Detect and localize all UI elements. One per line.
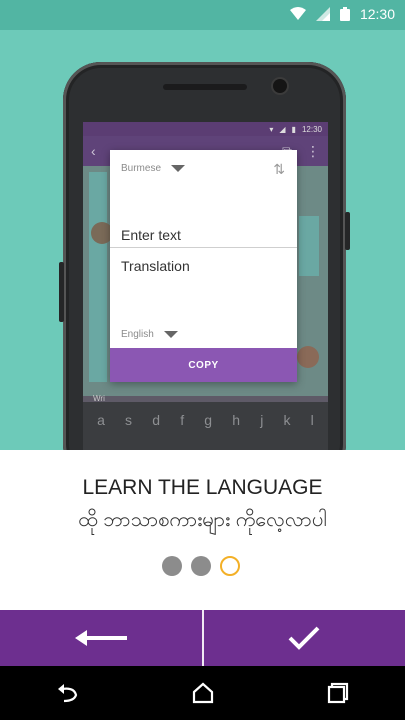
text-input[interactable]: Enter text [121,227,181,243]
page-dot[interactable] [191,556,211,576]
screen-card [299,216,319,276]
key: s [125,412,133,428]
key: j [260,412,264,428]
onboarding-title: LEARN THE LANGUAGE [82,476,323,499]
checkmark-icon [288,626,320,650]
battery-icon [339,7,350,21]
screen-time: 12:30 [301,124,322,134]
onboarding-subtitle: ထို ဘာသာစကားများ ကိုလေ့လာပါ [78,509,327,531]
translation-output: Translation [121,258,190,274]
page-dot-active[interactable] [220,556,240,576]
status-icons: 12:30 [289,6,395,22]
back-button[interactable] [0,610,202,666]
screen-keyboard: a s d f g h j k l [83,402,328,450]
status-time: 12:30 [359,6,395,22]
key: g [204,412,213,428]
page-dot[interactable] [162,556,182,576]
screen-wifi-icon: ▾ [269,124,274,134]
dropdown-icon [163,331,178,338]
nav-back-icon[interactable] [56,683,80,703]
back-arrow-icon: ‹ [91,143,96,159]
source-language-label: Burmese [121,163,162,174]
screen-card [89,172,107,382]
wifi-icon [289,7,306,20]
screen-signal-icon: ◢ [279,124,286,134]
key: h [232,412,241,428]
key: f [180,412,185,428]
arrow-left-icon [74,630,127,646]
phone-side-button [345,212,350,250]
source-language-selector[interactable]: Burmese [121,163,186,174]
system-nav-bar [0,666,405,720]
key: k [283,412,291,428]
nav-home-icon[interactable] [192,682,214,704]
nav-divider [201,610,204,666]
copy-button[interactable]: COPY [110,348,297,382]
screen-status-bar: ▾ ◢ ▮ 12:30 [83,122,328,136]
nav-recents-icon[interactable] [327,682,349,704]
target-language-selector[interactable]: English [121,329,178,340]
phone-speaker [163,84,247,90]
key: l [310,412,314,428]
more-vert-icon: ⋮ [306,142,320,159]
phone-camera [273,79,287,93]
screen-avatar [297,346,319,368]
target-language-label: English [121,329,154,340]
screen-battery-icon: ▮ [291,124,296,134]
status-bar: 12:30 [0,0,405,30]
onboarding-panel: LEARN THE LANGUAGE ထို ဘာသာစကားများ ကိုလ… [0,450,405,610]
keyboard-row: a s d f g h j k l [83,402,328,428]
onboarding-nav [0,610,405,666]
divider [110,247,297,248]
page-indicator [162,556,240,576]
swap-vertical-icon[interactable]: ⇅ [273,161,285,178]
dropdown-icon [171,165,186,172]
signal-icon [315,7,330,21]
phone-side-button [59,262,64,322]
done-button[interactable] [204,610,405,666]
key: a [97,412,105,428]
key: d [152,412,161,428]
translate-dialog: Burmese ⇅ Enter text Translation English… [110,150,297,382]
